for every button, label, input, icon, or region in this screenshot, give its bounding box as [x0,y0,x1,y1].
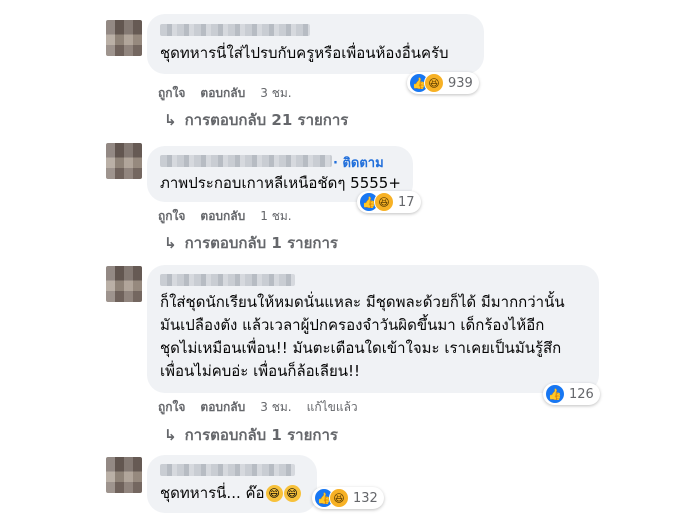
reaction-count: 132 [353,490,378,506]
replies-label: การตอบกลับ 21 รายการ [184,111,349,129]
comment-actions: ถูกใจ ตอบกลับ 3 ชม. แก้ไขแล้ว [158,398,358,417]
like-button[interactable]: ถูกใจ [158,398,185,417]
comment-bubble: ก็ใส่ชุดนักเรียนให้หมดนั่นแหละ มีชุดพละด… [147,265,599,393]
timestamp[interactable]: 3 ชม. [260,398,291,417]
reply-arrow-icon: ↳ [164,234,177,252]
avatar[interactable] [106,457,142,493]
comment-bubble: ชุดทหารนี่... ค๊อ 😄 😄 [147,455,317,513]
reaction-count: 126 [569,386,594,402]
comment-text-line: ก็ใส่ชุดนักเรียนให้หมดนั่นแหละ มีชุดพละด… [160,293,565,311]
view-replies-link[interactable]: ↳ การตอบกลับ 1 รายการ [164,231,338,255]
replies-label: การตอบกลับ 1 รายการ [184,426,338,444]
comment-bubble: ชุดทหารนี่ใส่ไปรบกับครูหรือเพื่อนห้องอื่… [147,14,484,74]
comment-actions: ถูกใจ ตอบกลับ 1 ชม. [158,207,292,226]
reply-button[interactable]: ตอบกลับ [200,207,245,226]
edited-label[interactable]: แก้ไขแล้ว [307,398,358,417]
comment-text-line: เพื่อนไม่คบอ่ะ เพื่อนก็ล้อเลียน!! [160,362,361,380]
follow-button[interactable]: · ติดตาม [333,152,384,173]
avatar[interactable] [106,266,142,302]
view-replies-link[interactable]: ↳ การตอบกลับ 21 รายการ [164,108,348,132]
grin-emoji: 😄 [265,485,283,502]
reply-arrow-icon: ↳ [164,426,177,444]
blurred-author-name[interactable] [160,274,295,286]
like-button[interactable]: ถูกใจ [158,207,185,226]
haha-icon: 😆 [329,488,349,508]
grin-emoji: 😄 [283,485,301,502]
like-button[interactable]: ถูกใจ [158,84,185,103]
timestamp[interactable]: 1 ชม. [260,207,291,226]
comment-text: ชุดทหารนี่ใส่ไปรบกับครูหรือเพื่อนห้องอื่… [160,44,449,62]
reaction-count: 939 [448,75,473,91]
blurred-author-name[interactable] [160,464,295,476]
haha-icon: 😆 [424,73,444,93]
reaction-summary[interactable]: 👍 😆 132 [312,487,384,509]
reply-arrow-icon: ↳ [164,111,177,129]
comment-text-line: ชุดไม่เหมือนเพื่อน!! มันตะเตือนใดเข้าใจม… [160,339,562,357]
blurred-author-name[interactable] [160,24,310,36]
view-replies-link[interactable]: ↳ การตอบกลับ 1 รายการ [164,423,338,447]
comment-text-line: มันเปลืองตัง แล้วเวลาผู้ปกครองจำวันผิดขึ… [160,316,545,334]
reaction-summary[interactable]: 👍 😆 939 [407,72,479,94]
reply-button[interactable]: ตอบกลับ [200,398,245,417]
reaction-summary[interactable]: 👍 😆 17 [357,191,421,213]
avatar[interactable] [106,20,142,56]
reaction-summary[interactable]: 👍 126 [543,383,600,405]
comment-text: ชุดทหารนี่... ค๊อ 😄 😄 [160,483,301,504]
replies-label: การตอบกลับ 1 รายการ [184,234,338,252]
avatar[interactable] [106,143,142,179]
reaction-count: 17 [398,194,415,210]
comment-actions: ถูกใจ ตอบกลับ 3 ชม. [158,84,292,103]
blurred-author-name[interactable] [160,155,332,167]
haha-icon: 😆 [374,192,394,212]
like-icon: 👍 [545,384,565,404]
reply-button[interactable]: ตอบกลับ [200,84,245,103]
timestamp[interactable]: 3 ชม. [260,84,291,103]
